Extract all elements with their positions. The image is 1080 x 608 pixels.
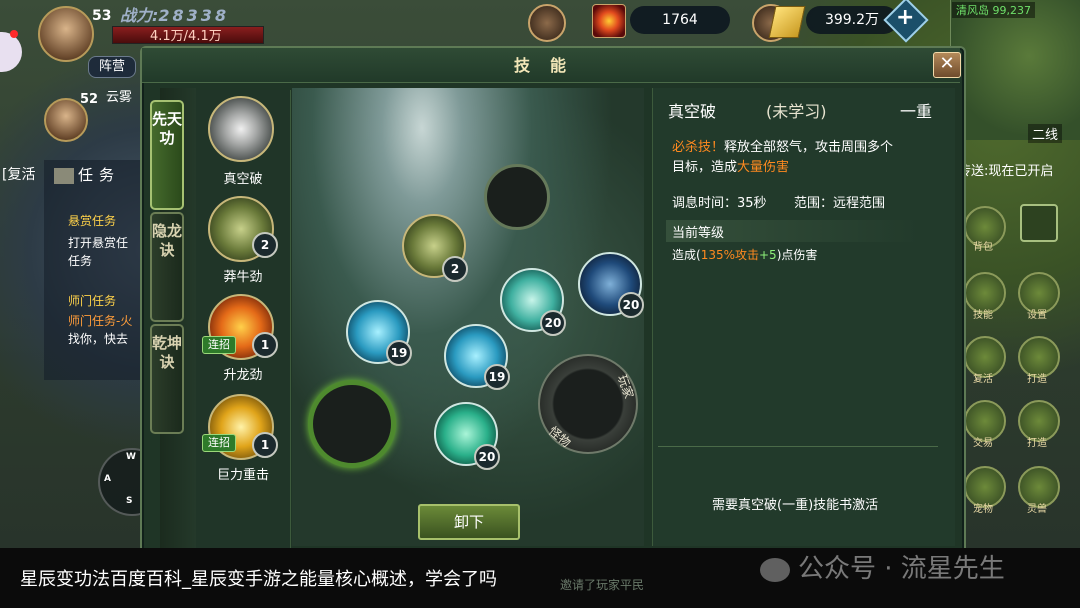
info-desc-tag: 必杀技！ (672, 140, 725, 155)
power-display: 战力:28338 (120, 2, 229, 26)
quest-panel (44, 160, 144, 380)
skill-name-0: 真空破 (223, 172, 263, 187)
revive-tab[interactable]: [复活 (2, 164, 35, 184)
slot-level-badge-4: 19 (484, 364, 510, 390)
transfer-text: 传送:现在已开启 (958, 164, 1054, 179)
info-effect-plus: +5 (759, 248, 777, 262)
skill-level-badge-2: 1 (252, 332, 278, 358)
player-hp-text: 4.1万/4.1万 (150, 29, 222, 44)
watermark: 公众号 · 流星先生 (760, 548, 1005, 585)
skill-name-2: 升龙劲 (223, 368, 263, 383)
slot-level-badge-2: 20 (540, 310, 566, 336)
player-avatar[interactable] (38, 6, 94, 62)
info-effect-pct: 135%攻击 (700, 248, 759, 262)
skill-name-3: 巨力重击 (216, 468, 269, 483)
info-effect: 造成(135%攻击+5)点伤害 (672, 246, 817, 263)
info-desc-line-2: 目标，造成大量伤害 (672, 156, 789, 175)
ornate-empty-slot[interactable] (308, 380, 396, 468)
server-text: 清风岛 99,237 (952, 2, 1035, 18)
quest-tab[interactable]: 任务 (54, 164, 120, 185)
add-currency-plus: + (896, 5, 915, 30)
quest-line-4[interactable]: 师门任务 (68, 292, 116, 309)
tab-xiantiangong[interactable]: 先天功 (150, 100, 184, 210)
settings-label: 设置 (1027, 310, 1047, 321)
line-label[interactable]: 二线 (1028, 124, 1063, 143)
notification-dot-icon (10, 30, 18, 38)
combo-tag-3: 连招 (202, 434, 236, 452)
caption-text: 星辰变功法百度百科_星辰变手游之能量核心概述，学会了吗 (20, 569, 497, 590)
tab-yinlongjue[interactable]: 隐龙诀 (150, 212, 184, 322)
combo-tag-2: 连招 (202, 336, 236, 354)
skill-name-1: 莽牛劲 (223, 270, 263, 285)
slot-level-badge-0: 2 (442, 256, 468, 282)
joystick-a: A (104, 474, 111, 484)
info-skill-status: (未学习) (766, 102, 827, 121)
skill-zhenkongpo-icon[interactable] (208, 96, 274, 162)
forge-label: 打造 (1027, 438, 1047, 449)
info-effect-pre: 造成( (672, 248, 701, 262)
info-skill-name: 真空破 (668, 102, 717, 121)
craft-label: 打造 (1027, 374, 1047, 385)
info-desc-1: 释放全部怒气，攻击周围多个 (724, 140, 894, 155)
fullscreen-icon[interactable] (1020, 204, 1058, 242)
unequip-button[interactable]: 卸下 (418, 504, 520, 540)
wechat-icon (760, 557, 790, 582)
pet-label: 灵兽 (1027, 504, 1047, 515)
quest-tab-label: 任务 (78, 166, 121, 184)
info-cooldown: 调息时间：35秒 (672, 196, 767, 211)
skill-level-badge-1: 2 (252, 232, 278, 258)
info-range: 范围：远程范围 (794, 196, 886, 211)
tab-qiankunjue[interactable]: 乾坤诀 (150, 324, 184, 434)
player-level: 53 (92, 8, 112, 24)
skill-level-badge-3: 1 (252, 432, 278, 458)
watermark-text: 公众号 · 流星先生 (798, 554, 1005, 584)
quest-tab-icon (54, 167, 74, 184)
info-current-level: 当前等级 (672, 226, 725, 241)
info-activate-hint: 需要真空破(一重)技能书激活 (712, 498, 879, 513)
slot-level-badge-1: 20 (618, 292, 644, 318)
info-desc-2a: 目标，造成 (672, 160, 738, 175)
info-effect-post: )点伤害 (776, 248, 818, 262)
quest-line-2[interactable]: 打开悬赏任 (68, 234, 128, 251)
joystick-w: W (126, 452, 136, 462)
skill-panel-title: 技能 (513, 56, 586, 75)
slot-level-badge-5: 20 (474, 444, 500, 470)
power-value: 28338 (158, 6, 230, 25)
empty-slot-top[interactable] (484, 164, 550, 230)
pet-name: 云雾 (106, 90, 133, 105)
quest-line-5[interactable]: 师门任务-火 (68, 312, 132, 329)
minimap[interactable] (950, 0, 1080, 140)
quest-line-6[interactable]: 找你，快去 (68, 330, 128, 347)
pet-level: 52 (80, 92, 99, 107)
currency1-value: 1764 (630, 6, 730, 34)
faction-button[interactable]: 阵营 (88, 56, 136, 78)
skill-slot-stage (292, 88, 644, 546)
joystick-s: S (126, 496, 133, 506)
chat-snippet: 邀请了玩家平民 (560, 578, 645, 592)
info-skill-rank: 一重 (900, 102, 933, 121)
info-desc-line-1: 必杀技！释放全部怒气，攻击周围多个 (672, 136, 893, 155)
quest-line-3[interactable]: 任务 (68, 252, 92, 269)
currency1-icon (592, 4, 626, 38)
close-button[interactable]: ✕ (933, 52, 961, 78)
power-label: 战力: (120, 6, 159, 25)
info-divider (658, 446, 938, 447)
info-desc-2b: 大量伤害 (737, 160, 790, 175)
event-icon[interactable] (528, 4, 566, 42)
slot-level-badge-3: 19 (386, 340, 412, 366)
quest-line-1[interactable]: 悬赏任务 (68, 212, 116, 229)
